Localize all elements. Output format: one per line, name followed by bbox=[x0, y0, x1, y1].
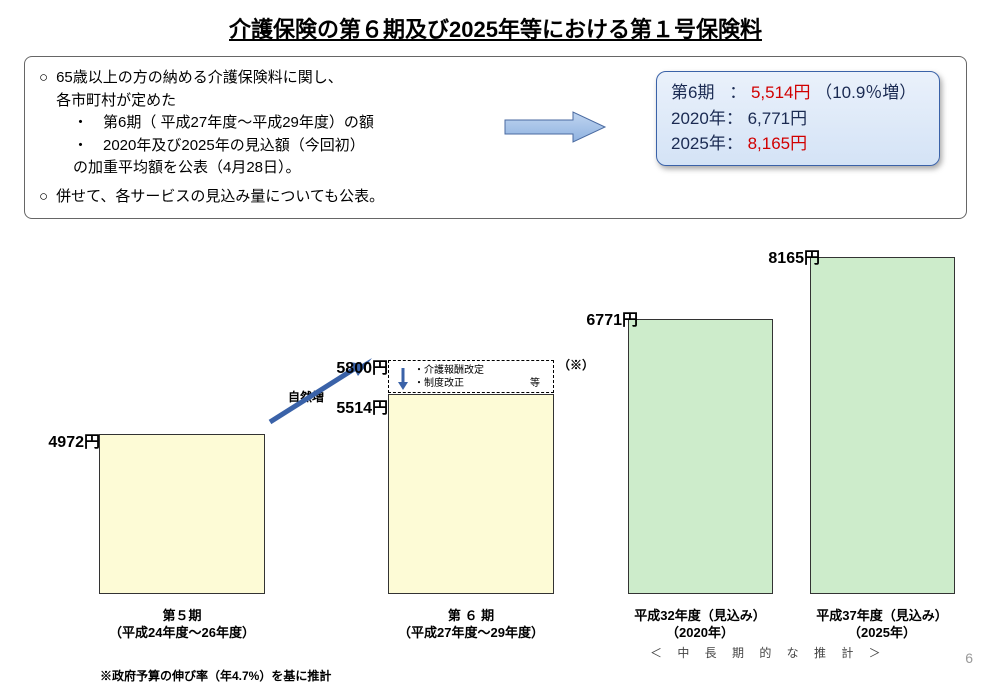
dashed-note-2: ・制度改正 bbox=[414, 377, 464, 390]
dashed-note-1: ・介護報酬改定 bbox=[414, 364, 484, 377]
xlabel-4: 平成37年度（見込み） （2025年） bbox=[782, 608, 982, 642]
c1c: 5,514円 bbox=[751, 83, 811, 102]
bar-label-1: 4972円 bbox=[20, 428, 100, 452]
x4a: 平成37年度（見込み） bbox=[816, 608, 947, 623]
bar-label-3: 6771円 bbox=[558, 306, 638, 330]
x1a: 第５期 bbox=[162, 608, 201, 623]
arrow-right-icon bbox=[501, 109, 611, 145]
x1b: （平成24年度～26年度） bbox=[109, 625, 255, 640]
info-line4: の加重平均額を公表（4月28日）。 bbox=[73, 157, 559, 180]
xlabel-3: 平成32年度（見込み） （2020年） bbox=[600, 608, 800, 642]
bar-period5 bbox=[99, 434, 265, 594]
callout-row1: 第6期 ： 5,514円 （10.9％増） bbox=[671, 80, 925, 106]
x3b: （2020年） bbox=[666, 625, 734, 640]
callout-row2: 2020年： 6,771円 bbox=[671, 106, 925, 132]
info-line2: ・ 第6期（ 平成27年度～平成29年度）の額 bbox=[73, 112, 559, 135]
bar-label-4: 8165円 bbox=[740, 244, 820, 268]
c3a: 2025年： bbox=[671, 134, 743, 153]
bullet-mark: ○ bbox=[39, 186, 48, 209]
footnote: ※政府予算の伸び率（年4.7%）を基に推計 bbox=[100, 667, 331, 684]
info-box: ○ 65歳以上の方の納める介護保険料に関し、 各市町村が定めた ・ 第6期（ 平… bbox=[24, 56, 967, 219]
c3b: 8,165円 bbox=[748, 134, 808, 153]
callout-row3: 2025年： 8,165円 bbox=[671, 131, 925, 157]
bar-label-2: 5514円 bbox=[308, 394, 388, 418]
page-number: 6 bbox=[965, 650, 973, 666]
x4b: （2025年） bbox=[848, 625, 916, 640]
bullet-1: ○ 65歳以上の方の納める介護保険料に関し、 各市町村が定めた bbox=[39, 67, 559, 112]
callout-box: 第6期 ： 5,514円 （10.9％増） 2020年： 6,771円 2025… bbox=[656, 71, 940, 166]
c2b: 6,771円 bbox=[748, 109, 808, 128]
info-line3: ・ 2020年及び2025年の見込額（今回初） bbox=[73, 135, 559, 158]
page-title: 介護保険の第６期及び2025年等における第１号保険料 bbox=[0, 0, 991, 52]
bullet-mark: ○ bbox=[39, 67, 48, 112]
dashed-note-suffix: 等 bbox=[530, 377, 540, 390]
info-line1: 65歳以上の方の納める介護保険料に関し、 bbox=[56, 69, 343, 86]
bar-period6 bbox=[388, 394, 554, 594]
x3a: 平成32年度（見込み） bbox=[634, 608, 765, 623]
bar-2020 bbox=[628, 319, 773, 594]
c1a: 第6期 bbox=[671, 83, 714, 102]
dashed-label: 5800円 bbox=[308, 354, 388, 378]
dashed-suffix: （※） bbox=[558, 356, 594, 373]
info-left: ○ 65歳以上の方の納める介護保険料に関し、 各市町村が定めた ・ 第6期（ 平… bbox=[39, 67, 559, 208]
bar-2025 bbox=[810, 257, 955, 594]
xlabel-2: 第 ６ 期 （平成27年度～29年度） bbox=[371, 608, 571, 642]
c1d: （10.9％増） bbox=[815, 83, 916, 102]
c1b: ： bbox=[729, 83, 746, 102]
chart-area: 4972円 第５期 （平成24年度～26年度） 自然増 5800円 （※） ・介… bbox=[0, 234, 991, 654]
xlabel-1: 第５期 （平成24年度～26年度） bbox=[82, 608, 282, 642]
info-line5: 併せて、各サービスの見込み量についても公表。 bbox=[56, 186, 384, 209]
long-term-label: ＜ 中 長 期 的 な 推 計 ＞ bbox=[650, 644, 887, 661]
c2a: 2020年： bbox=[671, 109, 743, 128]
info-line1b: 各市町村が定めた bbox=[56, 92, 176, 109]
x2a: 第 ６ 期 bbox=[448, 608, 494, 623]
x2b: （平成27年度～29年度） bbox=[398, 625, 544, 640]
arrow-down-icon bbox=[396, 366, 410, 392]
bullet-2: ○ 併せて、各サービスの見込み量についても公表。 bbox=[39, 186, 559, 209]
